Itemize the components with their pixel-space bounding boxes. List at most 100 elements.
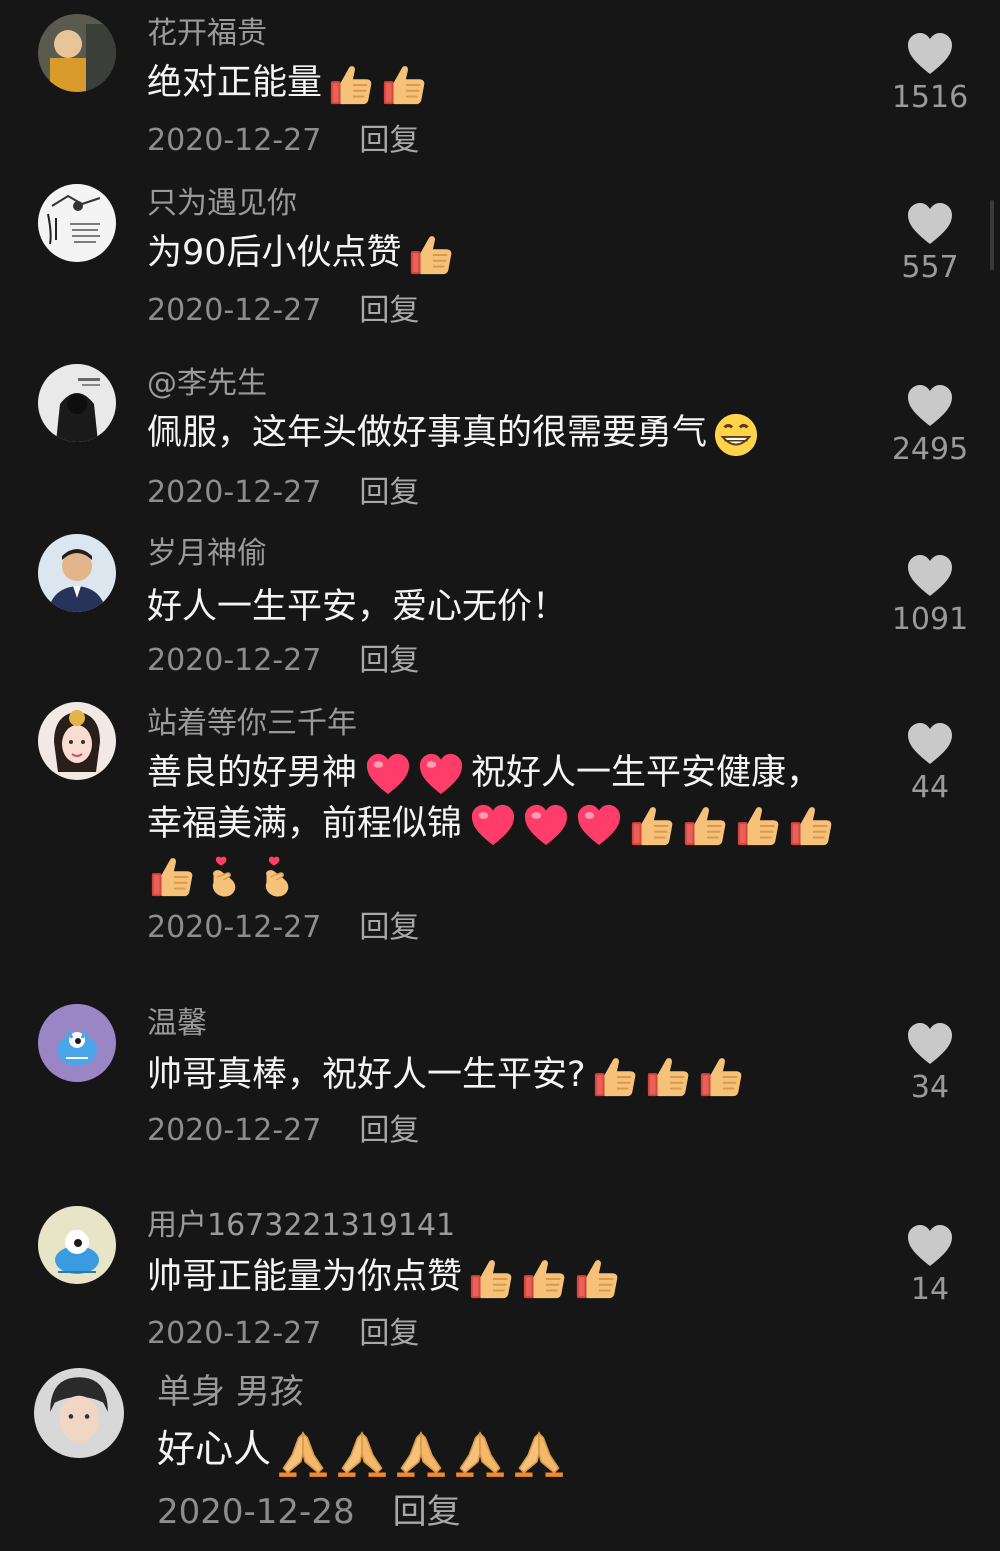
comment-meta: 2020-12-27 回复: [147, 293, 419, 329]
thumbs-up-icon: [408, 232, 454, 278]
thumbs-up-icon: [521, 1256, 567, 1302]
comment-date: 2020-12-27: [147, 643, 322, 678]
comment-text: 好心人: [157, 1422, 877, 1479]
red-heart-icon: [523, 803, 569, 849]
reply-button[interactable]: 回复: [359, 293, 419, 328]
grin-icon: [713, 412, 759, 458]
like-count: 34: [910, 1070, 950, 1105]
pray-icon: [336, 1427, 388, 1479]
like-count: 14: [910, 1272, 950, 1307]
comment-date: 2020-12-27: [147, 475, 322, 510]
red-heart-icon: [576, 803, 622, 849]
emoji-group: [592, 1051, 751, 1101]
like-button[interactable]: 14: [860, 1224, 1000, 1307]
avatar[interactable]: [38, 534, 116, 612]
comment-username[interactable]: 岁月神偷: [147, 536, 267, 572]
thumbs-up-icon: [381, 62, 427, 108]
reply-button[interactable]: 回复: [359, 910, 419, 945]
thumbs-up-icon: [645, 1054, 691, 1100]
comment-text-content: 佩服，这年头做好事真的很需要勇气: [147, 413, 708, 453]
avatar[interactable]: [38, 702, 116, 780]
heart-icon[interactable]: [906, 554, 954, 598]
finger-heart-icon: [202, 854, 248, 900]
avatar[interactable]: [38, 1206, 116, 1284]
comment-date: 2020-12-27: [147, 1316, 322, 1351]
avatar[interactable]: [38, 184, 116, 262]
comment-date: 2020-12-27: [147, 910, 322, 945]
like-count: 1091: [891, 602, 969, 637]
comment-text-line: [147, 850, 907, 901]
thumbs-up-icon: [468, 1256, 514, 1302]
comment-meta: 2020-12-27 回复: [147, 643, 419, 679]
emoji-group: [277, 1424, 572, 1480]
scrollbar[interactable]: [990, 200, 994, 270]
avatar[interactable]: [38, 1004, 116, 1082]
comment-meta: 2020-12-27 回复: [147, 910, 419, 946]
pray-icon: [277, 1427, 329, 1479]
thumbs-up-icon: [592, 1054, 638, 1100]
like-button[interactable]: 34: [860, 1022, 1000, 1105]
red-heart-icon: [470, 803, 516, 849]
comment-text-content: 绝对正能量: [147, 63, 323, 103]
like-button[interactable]: 44: [860, 722, 1000, 805]
reply-button[interactable]: 回复: [359, 123, 419, 158]
pray-icon: [454, 1427, 506, 1479]
comment-text: 帅哥真棒，祝好人一生平安?: [147, 1050, 867, 1101]
thumbs-up-icon: [735, 803, 781, 849]
thumbs-up-icon: [629, 803, 675, 849]
comment-text-content: 为90后小伙点赞: [147, 233, 402, 273]
heart-icon[interactable]: [906, 202, 954, 246]
like-button[interactable]: 1516: [860, 32, 1000, 115]
reply-button[interactable]: 回复: [359, 1316, 419, 1351]
red-heart-icon: [418, 752, 464, 798]
comment-username[interactable]: @李先生: [147, 366, 267, 402]
comment-text-content: 帅哥正能量为你点赞: [147, 1257, 463, 1297]
like-button[interactable]: 1091: [860, 554, 1000, 637]
reply-button[interactable]: 回复: [359, 1113, 419, 1148]
emoji-group: [408, 229, 461, 279]
heart-icon[interactable]: [906, 384, 954, 428]
like-count: 2495: [891, 432, 969, 467]
heart-icon[interactable]: [906, 32, 954, 76]
comment-text-line: 幸福美满，前程似锦: [147, 799, 907, 850]
comment-username[interactable]: 站着等你三千年: [147, 706, 357, 742]
comment-username[interactable]: 温馨: [147, 1006, 207, 1042]
reply-button[interactable]: 回复: [359, 475, 419, 510]
like-button[interactable]: 557: [860, 202, 1000, 285]
like-button[interactable]: 2495: [860, 384, 1000, 467]
comment-date: 2020-12-27: [147, 1113, 322, 1148]
comment-text: 好人一生平安，爱心无价！: [147, 582, 867, 632]
thumbs-up-icon: [788, 803, 834, 849]
avatar[interactable]: [34, 1368, 124, 1458]
comment-date: 2020-12-27: [147, 123, 322, 158]
like-count: 557: [901, 250, 959, 285]
comment-text-content: 祝好人一生平安健康，: [471, 753, 822, 793]
pray-icon: [513, 1427, 565, 1479]
thumbs-up-icon: [149, 854, 195, 900]
comment-username[interactable]: 单身 男孩: [157, 1372, 304, 1412]
comment-text: 绝对正能量: [147, 58, 867, 109]
heart-icon[interactable]: [906, 722, 954, 766]
reply-button[interactable]: 回复: [393, 1492, 461, 1532]
thumbs-up-icon: [328, 62, 374, 108]
emoji-group: [328, 59, 434, 109]
avatar[interactable]: [38, 364, 116, 442]
finger-heart-icon: [255, 854, 301, 900]
red-heart-icon: [365, 752, 411, 798]
emoji-group: [470, 800, 841, 850]
comment-text: 为90后小伙点赞: [147, 228, 867, 279]
comment-username[interactable]: 花开福贵: [147, 16, 267, 52]
avatar[interactable]: [38, 14, 116, 92]
heart-icon[interactable]: [906, 1224, 954, 1268]
comment-text: 帅哥正能量为你点赞: [147, 1252, 867, 1303]
comment-text-content: 帅哥真棒，祝好人一生平安?: [147, 1055, 586, 1095]
comment-text-content: 好心人: [157, 1427, 272, 1471]
emoji-group: [468, 1253, 627, 1303]
comment-username[interactable]: 只为遇见你: [147, 186, 297, 222]
comment-username[interactable]: 用户1673221319141: [147, 1208, 455, 1244]
emoji-group: [149, 851, 308, 901]
comment-text-content: 善良的好男神: [147, 753, 358, 793]
thumbs-up-icon: [682, 803, 728, 849]
heart-icon[interactable]: [906, 1022, 954, 1066]
reply-button[interactable]: 回复: [359, 643, 419, 678]
